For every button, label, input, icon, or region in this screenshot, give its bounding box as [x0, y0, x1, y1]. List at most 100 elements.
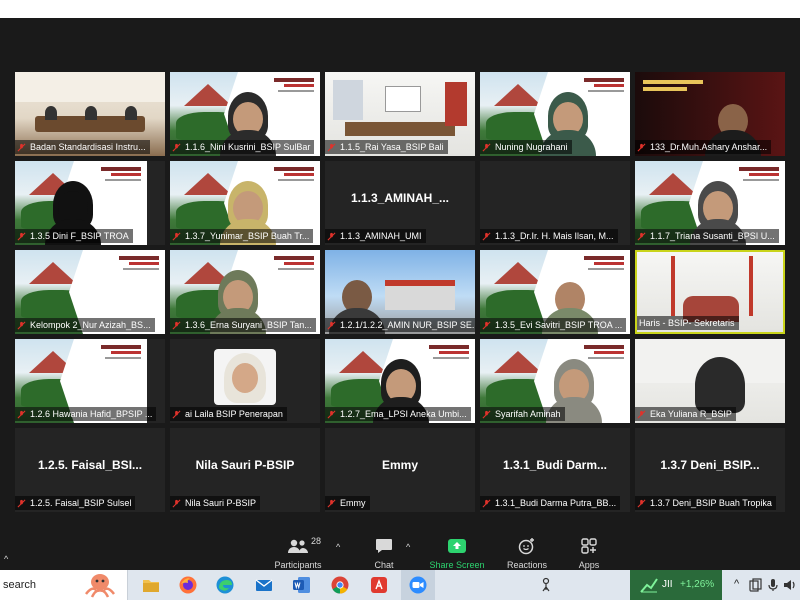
mic-muted-icon — [172, 232, 181, 240]
participants-button[interactable]: 28 Participants — [263, 536, 333, 570]
video-tile[interactable]: 1.1.3_AMINAH_... 1.1.3_AMINAH_UMI — [325, 161, 475, 245]
participant-name: ai Laila BSIP Penerapan — [170, 407, 287, 421]
participant-name: 1.2.5. Faisal_BSIP Sulsel — [15, 496, 136, 510]
participants-label: Participants — [274, 560, 322, 570]
mail-icon[interactable] — [254, 575, 274, 595]
video-tile[interactable]: Kelompok 2_Nur Azizah_BS... — [15, 250, 165, 334]
apps-label: Apps — [578, 560, 600, 570]
profile-picture — [214, 349, 276, 405]
participant-name: Badan Standardisasi Instru... — [15, 140, 150, 154]
participant-big-name: 1.3.1_Budi Darm... — [502, 458, 608, 472]
video-tile[interactable]: 1.3.6_Erna Suryani_BSIP Tan... — [170, 250, 320, 334]
tray-volume-icon[interactable] — [783, 578, 797, 592]
video-tile[interactable]: Badan Standardisasi Instru... — [15, 72, 165, 156]
stock-change: +1,26% — [680, 579, 715, 590]
share-screen-button[interactable]: Share Screen — [422, 536, 492, 570]
stock-chart-icon — [640, 578, 658, 593]
reactions-label: Reactions — [506, 560, 548, 570]
search-text: search — [3, 579, 37, 591]
mic-muted-icon — [327, 410, 336, 418]
video-tile[interactable]: 133_Dr.Muh.Ashary Anshar... — [635, 72, 785, 156]
taskbar-search-box[interactable]: search — [0, 570, 128, 600]
tray-copy-icon[interactable] — [749, 578, 763, 592]
reactions-icon — [518, 538, 534, 555]
participant-name: 1.3.7_Yunimar_BSIP Buah Tr... — [170, 229, 314, 243]
video-tile[interactable]: Eka Yuliana R_BSIP — [635, 339, 785, 423]
tray-microphone-icon[interactable] — [766, 578, 780, 592]
mic-muted-icon — [17, 499, 26, 507]
mic-muted-icon — [637, 232, 646, 240]
participant-name: Eka Yuliana R_BSIP — [635, 407, 736, 421]
chat-options-chevron-icon[interactable]: ^ — [406, 542, 410, 552]
reactions-button[interactable]: Reactions — [492, 536, 562, 570]
participant-name: 1.2.1/1.2.2_AMIN NUR_BSIP SE... — [325, 318, 475, 332]
participant-name: 1.2.7_Ema_LPSI Aneka Umbi... — [325, 407, 471, 421]
mic-muted-icon — [482, 499, 491, 507]
mic-muted-icon — [172, 143, 181, 151]
share-screen-label: Share Screen — [429, 560, 485, 570]
video-tile[interactable]: 1.1.6_Nini Kusrini_BSIP SulBar — [170, 72, 320, 156]
word-icon[interactable] — [292, 575, 312, 595]
participant-name: 1.3.1_Budi Darma Putra_BB... — [480, 496, 621, 510]
participant-name: 1.3.5 Dini F_BSIP TROA — [15, 229, 133, 243]
participant-big-name: 1.3.7 Deni_BSIP... — [660, 458, 760, 472]
participants-icon — [288, 539, 308, 553]
participant-name: Nuning Nugrahani — [480, 140, 572, 154]
mic-muted-icon — [482, 410, 491, 418]
participants-options-chevron-icon[interactable]: ^ — [336, 542, 340, 552]
participant-name: 1.3.5_Evi Savitri_BSIP TROA ... — [480, 318, 627, 332]
video-tile[interactable]: 1.2.7_Ema_LPSI Aneka Umbi... — [325, 339, 475, 423]
participant-name: 1.1.5_Rai Yasa_BSIP Bali — [325, 140, 448, 154]
participant-name: 1.3.7 Deni_BSIP Buah Tropika — [635, 496, 776, 510]
mic-muted-icon — [17, 232, 26, 240]
participant-name: 1.1.6_Nini Kusrini_BSIP SulBar — [170, 140, 315, 154]
participant-name: 1.1.3_Dr.Ir. H. Mais Ilsan, M... — [480, 229, 618, 243]
chevron-up-icon[interactable]: ^ — [4, 554, 8, 564]
participant-big-name: 1.2.5. Faisal_BSI... — [37, 458, 143, 472]
pdf-reader-icon[interactable] — [369, 575, 389, 595]
video-tile[interactable]: 1.3.7 Deni_BSIP... 1.3.7 Deni_BSIP Buah … — [635, 428, 785, 512]
apps-button[interactable]: Apps — [554, 536, 624, 570]
video-tile[interactable]: Syarifah Aminah — [480, 339, 630, 423]
file-explorer-icon[interactable] — [141, 575, 161, 595]
video-tile[interactable]: Nuning Nugrahani — [480, 72, 630, 156]
video-tile[interactable]: 1.1.5_Rai Yasa_BSIP Bali — [325, 72, 475, 156]
firefox-icon[interactable] — [178, 575, 198, 595]
participants-count: 28 — [311, 536, 322, 546]
video-gallery: Badan Standardisasi Instru... 1.1.6_Nini… — [15, 72, 785, 534]
video-tile[interactable]: 1.2.5. Faisal_BSI... 1.2.5. Faisal_BSIP … — [15, 428, 165, 512]
video-tile[interactable]: 1.2.1/1.2.2_AMIN NUR_BSIP SE... — [325, 250, 475, 334]
participant-name: Nila Sauri P-BSIP — [170, 496, 261, 510]
video-tile[interactable]: 1.3.5_Evi Savitri_BSIP TROA ... — [480, 250, 630, 334]
stock-widget[interactable]: JII +1,26% — [630, 570, 722, 600]
mic-muted-icon — [327, 499, 336, 507]
chrome-icon[interactable] — [330, 575, 350, 595]
participant-name: 1.2.6 Hawania Hafid_BPSIP ... — [15, 407, 157, 421]
video-tile[interactable]: Emmy Emmy — [325, 428, 475, 512]
tray-chevron-up-icon[interactable]: ^ — [734, 578, 739, 590]
mic-muted-icon — [327, 143, 336, 151]
mic-muted-icon — [172, 499, 181, 507]
mic-muted-icon — [637, 410, 646, 418]
apps-icon — [581, 538, 597, 554]
video-tile[interactable]: Nila Sauri P-BSIP Nila Sauri P-BSIP — [170, 428, 320, 512]
video-tile-active-speaker[interactable]: Haris - BSIP- Sekretaris — [635, 250, 785, 334]
video-tile[interactable]: 1.1.3_Dr.Ir. H. Mais Ilsan, M... — [480, 161, 630, 245]
video-tile[interactable]: 1.3.5 Dini F_BSIP TROA — [15, 161, 165, 245]
participant-name: Haris - BSIP- Sekretaris — [637, 316, 739, 330]
video-tile[interactable]: 1.2.6 Hawania Hafid_BPSIP ... — [15, 339, 165, 423]
zoom-meeting-window: Badan Standardisasi Instru... 1.1.6_Nini… — [0, 18, 800, 570]
video-tile[interactable]: 1.3.1_Budi Darm... 1.3.1_Budi Darma Putr… — [480, 428, 630, 512]
participant-name: Kelompok 2_Nur Azizah_BS... — [15, 318, 155, 332]
participant-name: 133_Dr.Muh.Ashary Anshar... — [635, 140, 772, 154]
video-tile[interactable]: 1.3.7_Yunimar_BSIP Buah Tr... — [170, 161, 320, 245]
zoom-app-icon[interactable] — [408, 575, 428, 595]
mic-muted-icon — [482, 143, 491, 151]
mic-muted-icon — [327, 232, 336, 240]
chat-label: Chat — [374, 560, 394, 570]
cursor-hand-icon — [542, 577, 550, 592]
video-tile[interactable]: 1.1.7_Triana Susanti_BPSI U... — [635, 161, 785, 245]
participant-name: Syarifah Aminah — [480, 407, 565, 421]
edge-icon[interactable] — [215, 575, 235, 595]
video-tile[interactable]: ai Laila BSIP Penerapan — [170, 339, 320, 423]
